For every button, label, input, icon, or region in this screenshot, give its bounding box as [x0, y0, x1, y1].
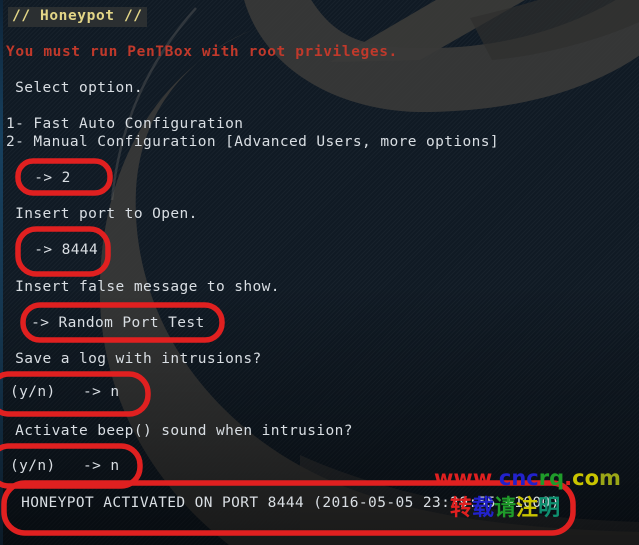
save-log-prompt: Save a log with intrusions? — [6, 351, 262, 367]
insert-false-message-prompt: Insert false message to show. — [6, 279, 280, 295]
terminal-screen: // Honeypot // You must run PenTBox with… — [0, 0, 639, 545]
answer-save-log: (y/n) -> n — [10, 384, 120, 400]
insert-port-prompt: Insert port to Open. — [6, 206, 198, 222]
activate-beep-prompt: Activate beep() sound when intrusion? — [6, 423, 353, 439]
answer-selected-option: -> 2 — [16, 170, 71, 186]
honeypot-title: // Honeypot // — [8, 7, 147, 27]
answer-activate-beep: (y/n) -> n — [10, 458, 120, 474]
answer-false-message: -> Random Port Test — [22, 315, 205, 331]
root-privileges-warning: You must run PenTBox with root privilege… — [6, 44, 398, 60]
answer-port: -> 8444 — [16, 242, 99, 258]
menu-option-1: 1- Fast Auto Configuration — [6, 116, 244, 132]
menu-option-2: 2- Manual Configuration [Advanced Users,… — [6, 134, 500, 150]
select-option-prompt: Select option. — [6, 80, 143, 96]
honeypot-activated-status: HONEYPOT ACTIVATED ON PORT 8444 (2016-05… — [12, 495, 560, 511]
terminal-output: // Honeypot // You must run PenTBox with… — [0, 0, 639, 545]
